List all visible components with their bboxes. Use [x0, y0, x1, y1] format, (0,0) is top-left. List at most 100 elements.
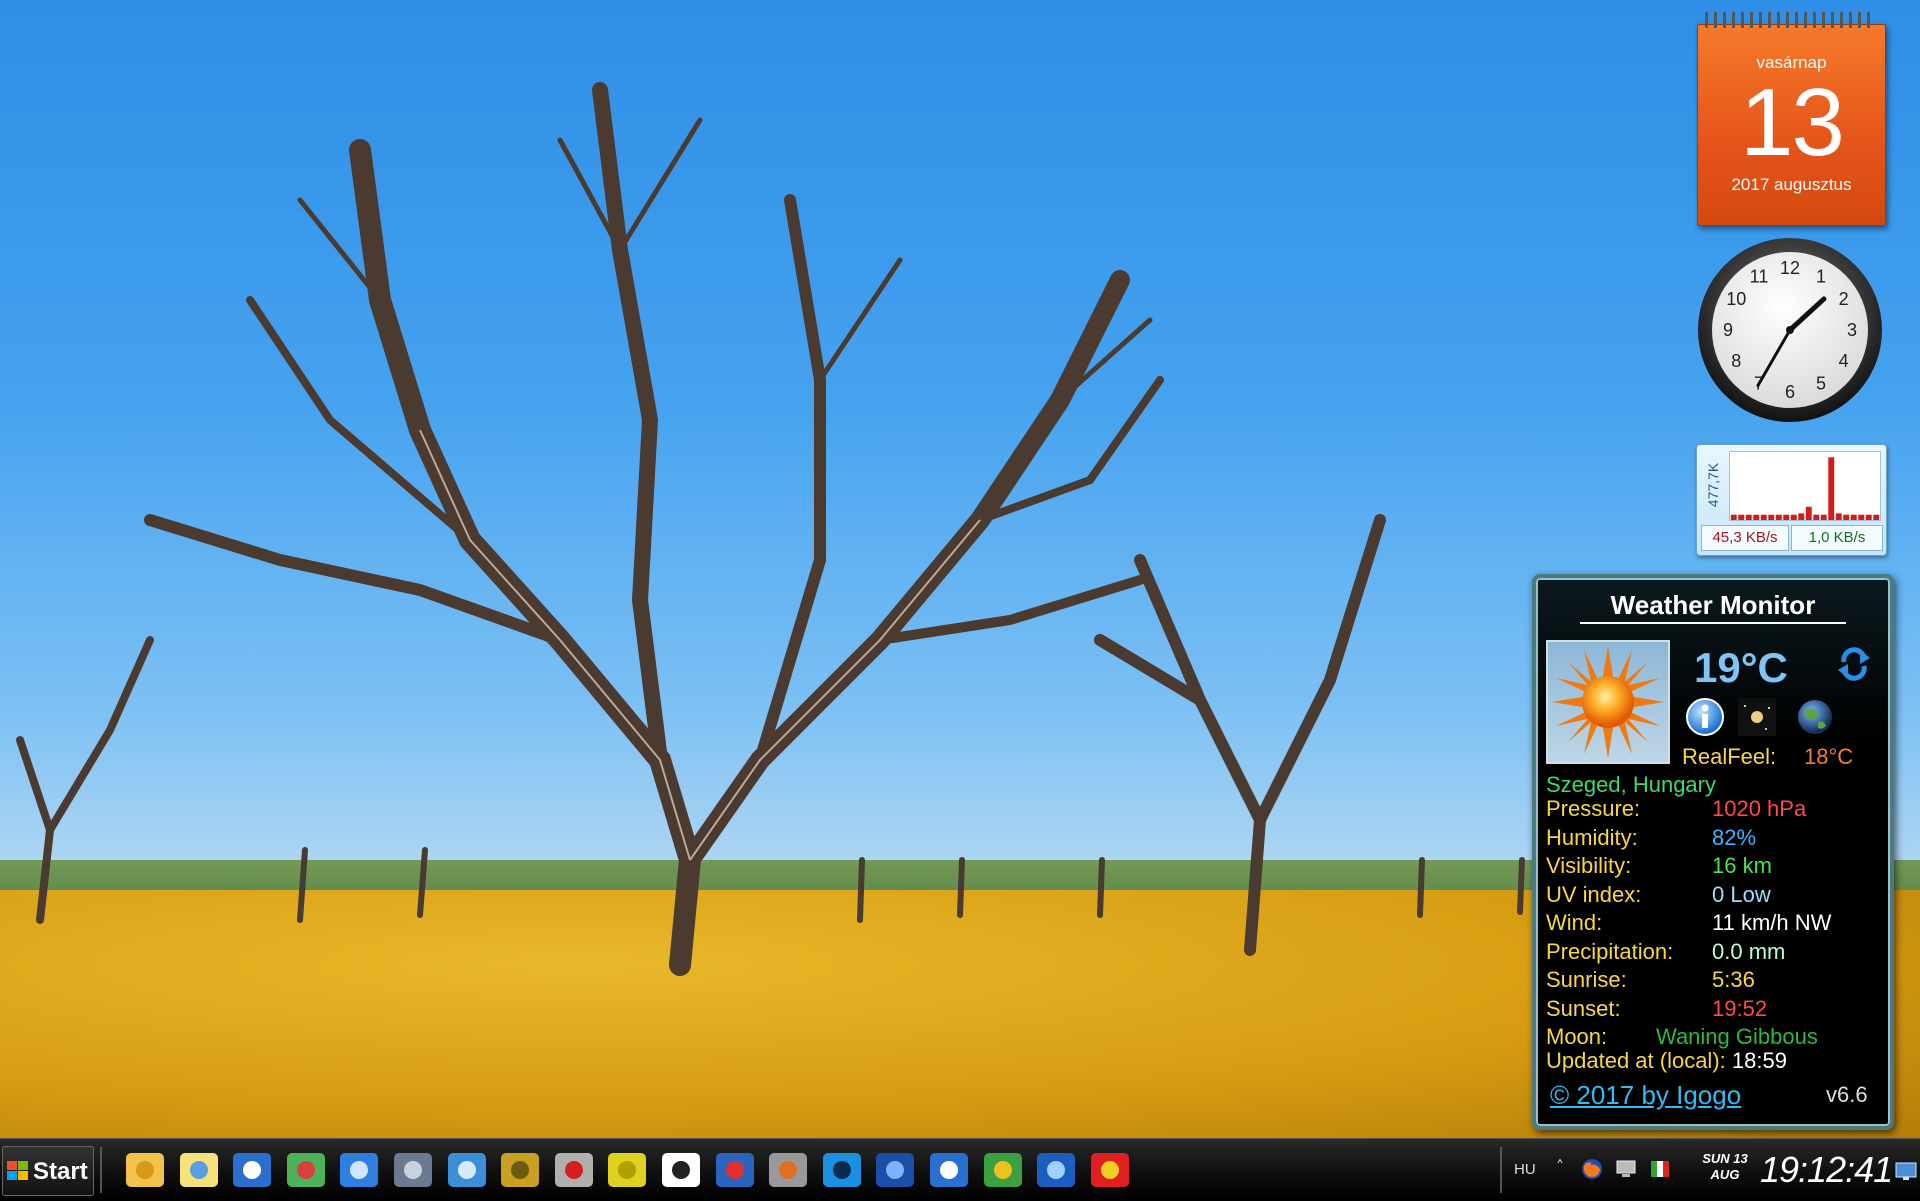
network-upload-rate: 1,0 KB/s	[1791, 525, 1883, 551]
red-diamond-app-icon[interactable]	[1087, 1147, 1133, 1193]
tray-separator	[1500, 1147, 1502, 1193]
flag-tray-icon[interactable]	[1648, 1157, 1672, 1181]
network-traffic-bar	[1850, 514, 1857, 520]
start-button[interactable]: Start	[2, 1146, 94, 1196]
clock-numeral: 8	[1731, 351, 1741, 371]
weather-row-value: 1020 hPa	[1712, 796, 1807, 821]
moon-phase-icon[interactable]	[1736, 696, 1778, 738]
weather-row-value: 11 km/h NW	[1712, 910, 1832, 935]
clock-numeral: 1	[1816, 266, 1826, 286]
updated-label: Updated at (local):	[1546, 1048, 1726, 1073]
network-scale-label: 477,7K	[1705, 462, 1721, 508]
weather-row-label: Wind:	[1546, 910, 1603, 935]
file-explorer-icon[interactable]	[122, 1147, 168, 1193]
network-traffic-bar	[1828, 457, 1835, 520]
show-desktop-icon[interactable]	[1894, 1159, 1918, 1183]
network-traffic-bar	[1790, 514, 1797, 520]
heart-app-icon[interactable]	[229, 1147, 275, 1193]
blue-books-icon[interactable]	[872, 1147, 918, 1193]
taskbar: Start HU ˄ SUN 13 AUG 19:12:41	[0, 1138, 1920, 1201]
cat-mask-icon[interactable]	[658, 1147, 704, 1193]
yellow-disc-helper-icon[interactable]	[497, 1147, 543, 1193]
clock-numeral: 3	[1847, 320, 1857, 340]
network-traffic-bar	[1843, 514, 1850, 520]
sunny-weather-icon	[1546, 640, 1670, 764]
clock-numeral: 2	[1839, 289, 1849, 309]
yellow-cd-icon[interactable]	[604, 1147, 650, 1193]
network-traffic-bar	[1730, 514, 1737, 520]
thunderbird-icon[interactable]	[1033, 1147, 1079, 1193]
monitor-app-icon[interactable]	[444, 1147, 490, 1193]
weather-monitor-gadget[interactable]: Weather Monitor 19°C RealFeel: 18°C Szeg…	[1532, 574, 1894, 1130]
weather-row-value: 5:36	[1712, 967, 1755, 992]
clock-numeral: 10	[1726, 289, 1746, 309]
calendar-month-year: 2017 augusztus	[1731, 175, 1852, 194]
globe-download-icon[interactable]	[980, 1147, 1026, 1193]
input-language-indicator[interactable]: HU	[1514, 1161, 1536, 1178]
help-rabbit-icon[interactable]	[551, 1147, 597, 1193]
tray-clock[interactable]: 19:12:41	[1760, 1149, 1893, 1191]
weather-row-value: 0.0 mm	[1712, 938, 1786, 964]
weather-row-label: UV index:	[1546, 881, 1642, 907]
weather-version: v6.6	[1826, 1082, 1868, 1107]
calendar-page: vasárnap 13 2017 augusztus	[1697, 24, 1886, 226]
sticky-notes-icon[interactable]	[176, 1147, 222, 1193]
network-scale: 477,7K	[1703, 451, 1723, 519]
realfeel-label: RealFeel:	[1682, 744, 1777, 769]
network-download-rate: 45,3 KB/s	[1701, 525, 1789, 551]
clock-numeral: 12	[1780, 258, 1800, 278]
weather-row-value: 19:52	[1712, 995, 1768, 1021]
computer-toolbox-icon[interactable]	[390, 1147, 436, 1193]
water-temperature-app-icon[interactable]	[283, 1147, 329, 1193]
network-traffic-bar	[1753, 514, 1760, 520]
clock-numeral: 11	[1750, 266, 1769, 286]
clock-numeral: 4	[1839, 351, 1849, 371]
current-temperature: 19°C	[1694, 644, 1788, 691]
weather-title: Weather Monitor	[1610, 590, 1816, 620]
copyright-link[interactable]: © 2017 by Igogo	[1550, 1080, 1741, 1111]
network-traffic-bar	[1760, 514, 1767, 520]
network-traffic-bar	[1858, 514, 1865, 520]
clock-center-pin	[1786, 326, 1794, 334]
windows-logo-icon	[7, 1161, 28, 1180]
network-traffic-bar	[1805, 506, 1812, 520]
tray-date[interactable]: SUN 13 AUG	[1692, 1151, 1758, 1183]
start-label: Start	[33, 1158, 88, 1185]
clock-numeral: 9	[1723, 320, 1733, 340]
play-arrow-icon[interactable]	[819, 1147, 865, 1193]
network-meter-gadget[interactable]: 477,7K 45,3 KB/s 1,0 KB/s	[1696, 444, 1887, 556]
realfeel-value: 18°C	[1804, 744, 1854, 769]
calendar-spiral-rings	[1705, 12, 1876, 28]
weather-row-label: Sunrise:	[1546, 967, 1627, 992]
weather-location: Szeged, Hungary	[1546, 772, 1716, 797]
network-monitor-tray-icon[interactable]	[1614, 1157, 1638, 1181]
globe-icon[interactable]	[1794, 696, 1836, 738]
weather-row-value: Waning Gibbous	[1656, 1024, 1818, 1049]
weather-row-label: Pressure:	[1546, 796, 1641, 821]
floppy-64-icon[interactable]	[712, 1147, 758, 1193]
show-hidden-icons-chevron-icon[interactable]: ˄	[1553, 1157, 1567, 1181]
clock-numeral: 5	[1816, 374, 1826, 394]
weather-row-label: Moon:	[1546, 1024, 1608, 1049]
network-traffic-bar	[1873, 514, 1880, 520]
refresh-icon[interactable]	[1836, 646, 1872, 682]
network-traffic-bar	[1768, 514, 1775, 520]
weather-title-underline	[1580, 622, 1846, 624]
network-traffic-bar	[1820, 514, 1827, 520]
network-traffic-bar	[1775, 514, 1782, 520]
tray-month: AUG	[1710, 1167, 1740, 1182]
network-traffic-graph	[1729, 451, 1881, 521]
tray-weekday-day: SUN 13	[1702, 1151, 1748, 1166]
calendar-gadget[interactable]: vasárnap 13 2017 augusztus	[1697, 12, 1886, 226]
network-traffic-bar	[1783, 514, 1790, 520]
weather-row-label: Precipitation:	[1546, 938, 1674, 964]
mp3-film-icon[interactable]	[765, 1147, 811, 1193]
display-settings-icon[interactable]	[336, 1147, 382, 1193]
info-icon[interactable]	[1684, 696, 1726, 738]
analog-clock-gadget[interactable]: 121234567891011	[1695, 235, 1885, 425]
network-traffic-bar	[1745, 514, 1752, 520]
firefox-tray-icon[interactable]	[1580, 1157, 1604, 1181]
sync-circle-icon[interactable]	[926, 1147, 972, 1193]
weather-row-value: 82%	[1712, 824, 1757, 850]
network-traffic-bar	[1798, 513, 1805, 520]
